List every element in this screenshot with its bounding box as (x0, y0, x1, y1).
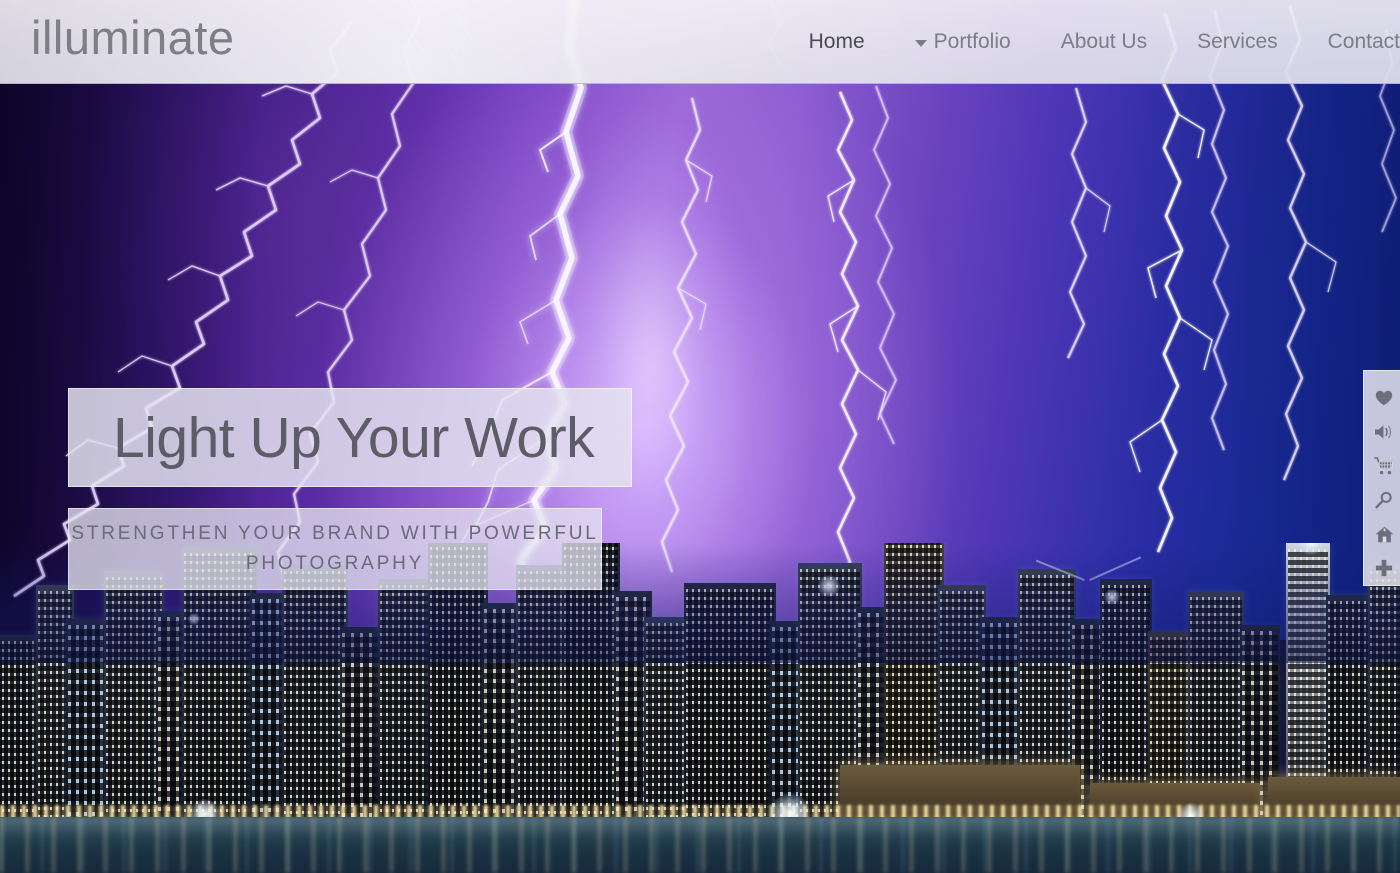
rail-item-add[interactable] (1369, 551, 1399, 585)
nav-item-services[interactable]: Services (1172, 27, 1303, 57)
main-navigation: Home Portfolio About Us Services Contact (784, 27, 1400, 57)
hero-subheadline: STRENGTHEN YOUR BRAND WITH POWERFUL PHOT… (71, 523, 599, 574)
nav-item-home[interactable]: Home (784, 27, 890, 57)
search-icon (1375, 491, 1393, 509)
hero-subheadline-box: STRENGTHEN YOUR BRAND WITH POWERFUL PHOT… (68, 508, 602, 590)
site-logo[interactable]: illuminate (31, 11, 235, 65)
shopping-cart-icon (1374, 457, 1394, 475)
rail-item-home[interactable] (1369, 517, 1399, 551)
hero-headline: Light Up Your Work (113, 405, 595, 470)
water-reflection (0, 817, 1400, 873)
city-skyline (0, 543, 1400, 873)
rail-item-cart[interactable] (1369, 449, 1399, 483)
nav-label-about-us: About Us (1060, 30, 1148, 53)
home-icon (1375, 526, 1394, 543)
nav-label-portfolio: Portfolio (933, 30, 1011, 53)
nav-item-portfolio[interactable]: Portfolio (890, 27, 1036, 57)
site-header: illuminate Home Portfolio About Us Servi… (0, 0, 1400, 84)
rail-item-favorites[interactable] (1369, 381, 1399, 415)
hero-headline-box: Light Up Your Work (68, 388, 632, 487)
side-icon-rail (1363, 370, 1400, 586)
nav-label-contact: Contact (1327, 30, 1400, 53)
heart-icon (1375, 390, 1393, 406)
nav-item-about-us[interactable]: About Us (1036, 27, 1172, 57)
plus-icon (1375, 559, 1393, 577)
nav-item-contact[interactable]: Contact (1303, 27, 1400, 57)
rail-item-sound[interactable] (1369, 415, 1399, 449)
nav-label-home: Home (808, 30, 865, 53)
nav-label-services: Services (1197, 30, 1278, 53)
page-root: illuminate Home Portfolio About Us Servi… (0, 0, 1400, 873)
speaker-icon (1374, 424, 1394, 440)
rail-item-search[interactable] (1369, 483, 1399, 517)
chevron-down-icon (914, 39, 927, 47)
